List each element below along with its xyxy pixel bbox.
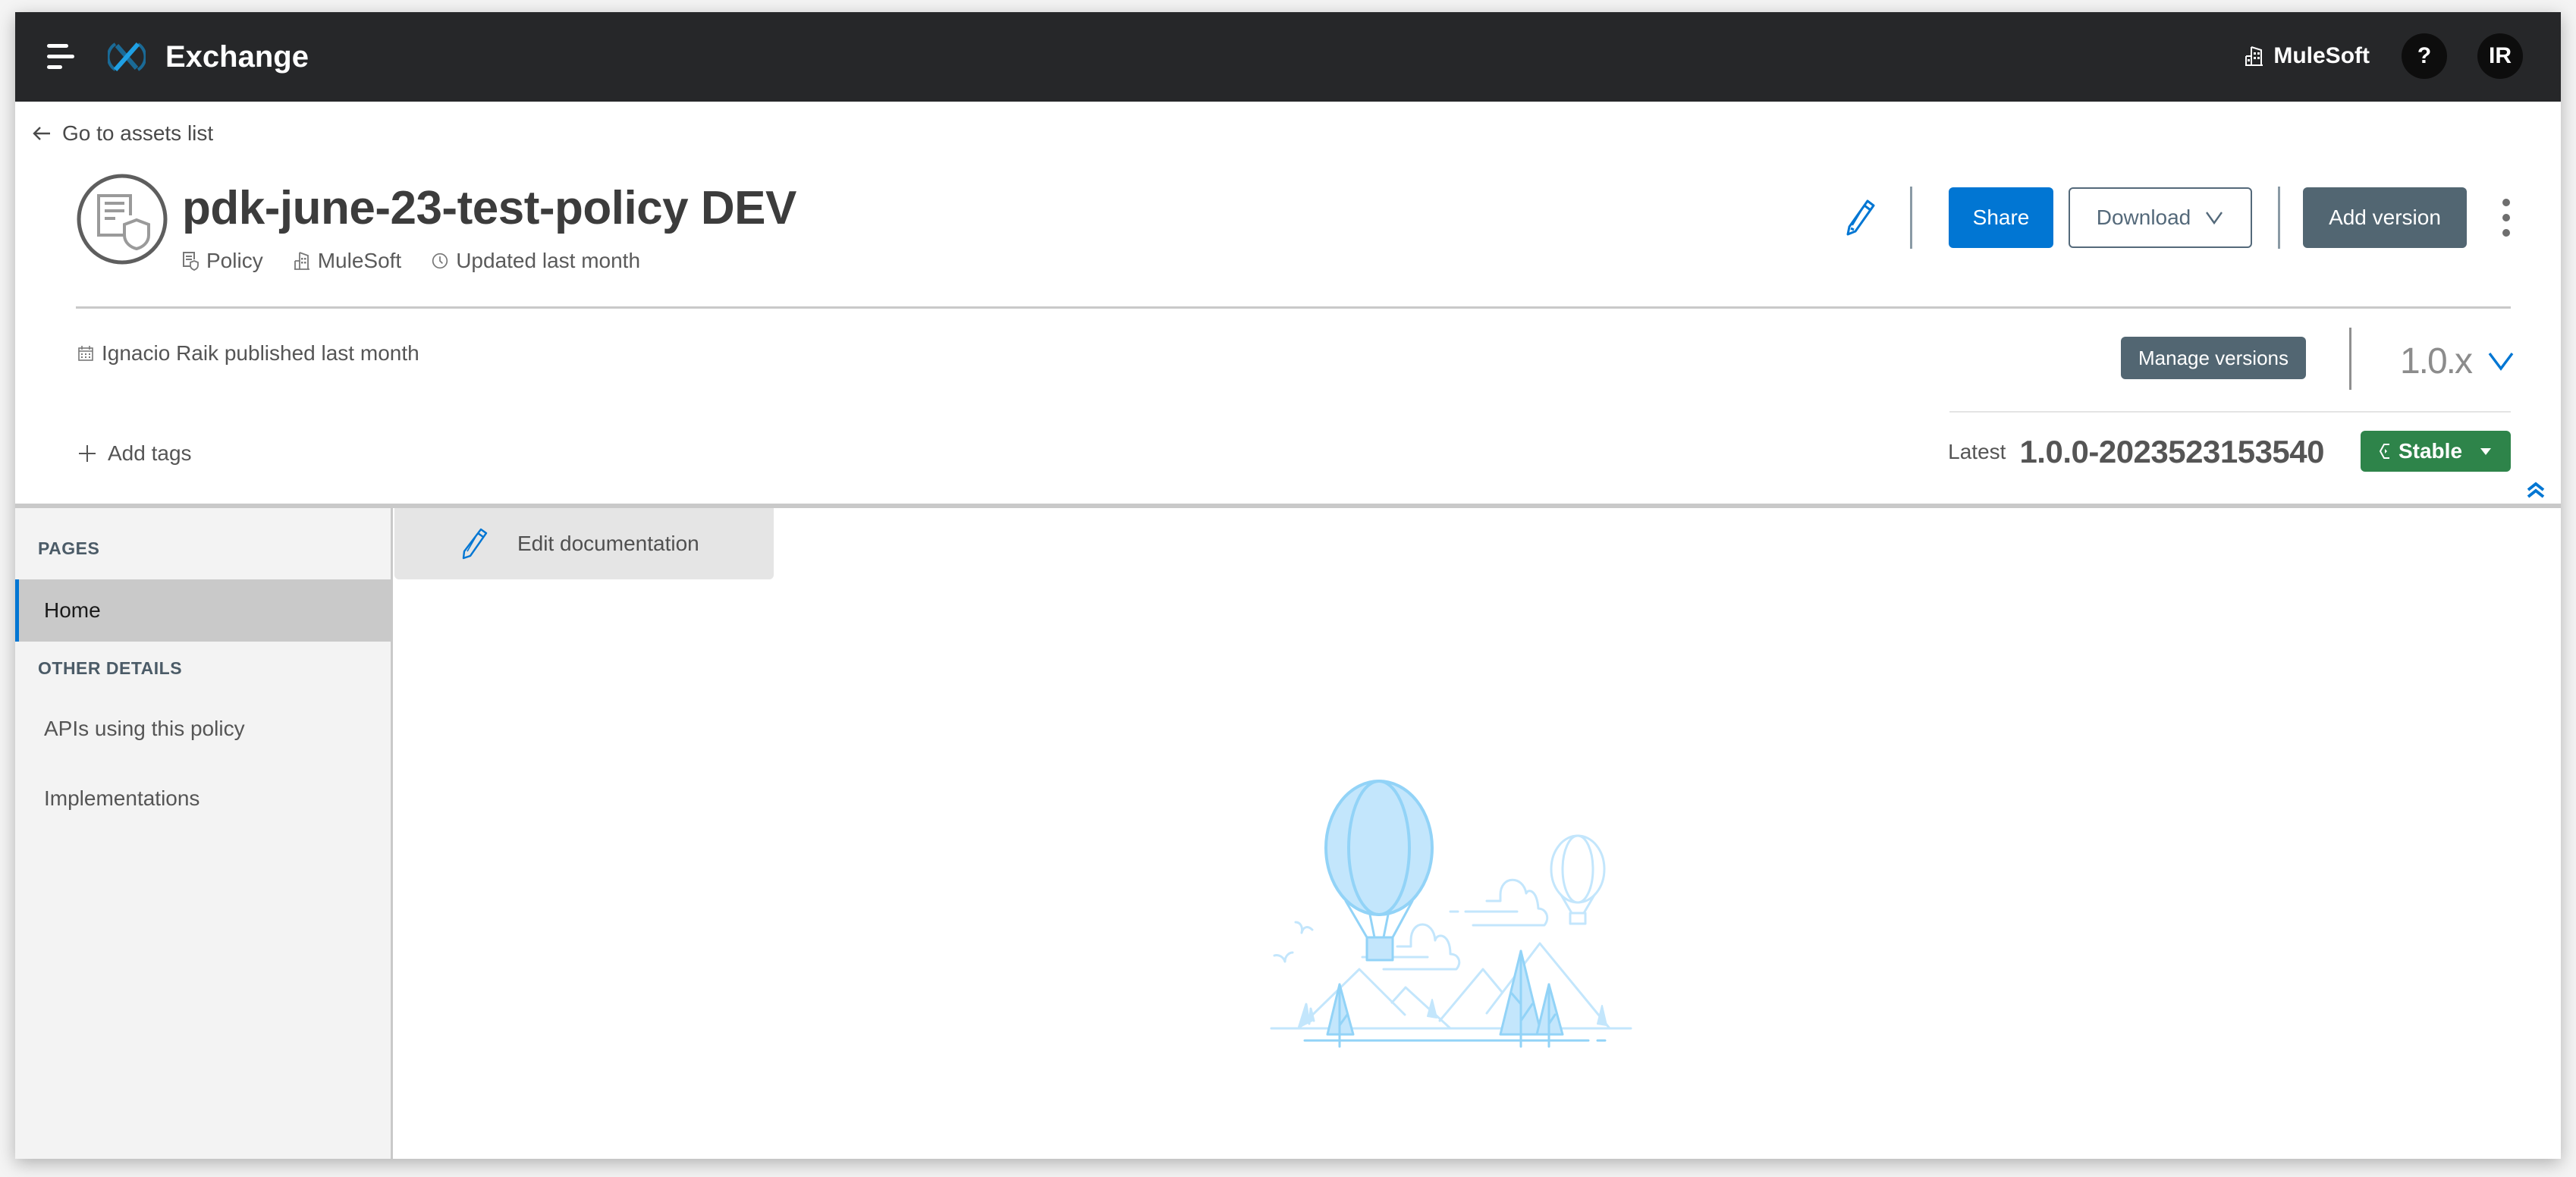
policy-icon [183, 252, 199, 271]
arrow-left-icon [33, 127, 50, 140]
divider [2278, 187, 2280, 249]
sidebar-heading-pages: PAGES [38, 538, 100, 558]
exchange-logo-icon [108, 42, 146, 71]
download-button[interactable]: Download [2069, 187, 2252, 248]
top-nav-bar: Exchange MuleSoft ? IR [15, 12, 2561, 102]
sidebar-item-home[interactable]: Home [15, 579, 391, 642]
published-label: Ignacio Raik published last month [102, 341, 419, 365]
app-title[interactable]: Exchange [165, 38, 309, 76]
add-tags-label: Add tags [108, 441, 192, 465]
back-to-assets-link[interactable]: Go to assets list [32, 118, 213, 149]
divider [1910, 187, 1912, 249]
plus-icon [79, 445, 96, 462]
calendar-icon [78, 346, 93, 361]
caret-down-icon [2480, 448, 2492, 455]
latest-version-info: Latest 1.0.0-2023523153540 [1948, 431, 2324, 473]
version-selector[interactable]: 1.0.x [2400, 337, 2515, 385]
sidebar-item-apis-using-policy[interactable]: APIs using this policy [15, 698, 391, 760]
share-button[interactable]: Share [1949, 187, 2053, 248]
version-divider [1949, 411, 2511, 413]
pencil-icon [462, 528, 488, 560]
divider [2349, 328, 2351, 390]
asset-actions: Share Download Add version [1845, 187, 2511, 249]
back-link-label: Go to assets list [62, 121, 214, 145]
asset-updated-label: Updated last month [456, 249, 641, 272]
collapse-header-icon[interactable] [2526, 481, 2546, 499]
edit-asset-pencil-icon[interactable] [1845, 198, 1877, 237]
sidebar: PAGES Home OTHER DETAILS APIs using this… [15, 508, 393, 1159]
selected-version: 1.0.x [2399, 341, 2473, 381]
chevron-down-icon [2206, 212, 2223, 225]
asset-organization-label: MuleSoft [317, 249, 402, 272]
published-info: Ignacio Raik published last month [77, 341, 419, 366]
lifecycle-icon [2379, 444, 2389, 459]
manage-versions-button[interactable]: Manage versions [2121, 337, 2306, 379]
hot-air-balloon-illustration [1270, 780, 1632, 1048]
add-tags-button[interactable]: Add tags [77, 441, 192, 466]
help-button[interactable]: ? [2402, 33, 2447, 79]
add-version-button[interactable]: Add version [2303, 187, 2467, 248]
clock-icon [432, 253, 448, 269]
building-icon [2245, 46, 2263, 66]
edit-documentation-label: Edit documentation [517, 532, 699, 555]
building-icon [294, 252, 309, 270]
latest-label: Latest [1948, 440, 2006, 463]
menu-icon[interactable] [46, 42, 76, 70]
asset-type: Policy [182, 249, 263, 273]
asset-updated: Updated last month [432, 249, 640, 273]
user-avatar[interactable]: IR [2477, 33, 2523, 79]
asset-organization: MuleSoft [294, 249, 402, 273]
lifecycle-status-label: Stable [2398, 439, 2463, 463]
app-window: Exchange MuleSoft ? IR Go to assets list… [15, 12, 2561, 1159]
latest-version: 1.0.0-2023523153540 [2019, 434, 2324, 469]
more-options-icon[interactable] [2502, 199, 2511, 237]
sidebar-heading-other-details: OTHER DETAILS [38, 658, 183, 678]
download-button-label: Download [2096, 206, 2191, 229]
policy-asset-icon [77, 174, 168, 265]
sidebar-item-implementations[interactable]: Implementations [15, 767, 391, 830]
org-switcher[interactable]: MuleSoft [2245, 41, 2370, 71]
asset-title: pdk-june-23-test-policy DEV [182, 182, 796, 234]
asset-meta: Policy MuleSoft Updated last month [182, 249, 640, 273]
edit-documentation-button[interactable]: Edit documentation [394, 508, 774, 579]
org-name: MuleSoft [2273, 43, 2370, 68]
lifecycle-status-dropdown[interactable]: Stable [2361, 431, 2511, 472]
asset-type-label: Policy [206, 249, 263, 272]
header-divider [76, 306, 2511, 309]
chevron-down-icon [2488, 352, 2514, 371]
